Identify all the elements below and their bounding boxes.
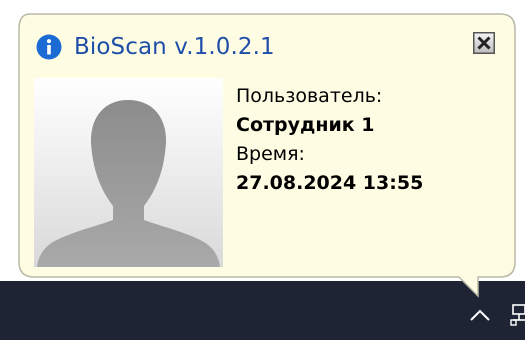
time-label: Время:: [236, 143, 305, 165]
notification-title: BioScan v.1.0.2.1: [74, 34, 275, 60]
user-info: Пользователь: Сотрудник 1 Время: 27.08.2…: [236, 82, 476, 198]
network-icon[interactable]: [508, 301, 525, 327]
time-value: 27.08.2024 13:55: [236, 172, 424, 194]
user-value: Сотрудник 1: [236, 114, 375, 136]
avatar: [34, 78, 223, 267]
info-icon: [36, 34, 62, 60]
user-label: Пользователь:: [236, 85, 383, 107]
notification-header: BioScan v.1.0.2.1: [36, 30, 275, 64]
screen: BioScan v.1.0.2.1 Пользователь: Сотрудни…: [0, 0, 525, 340]
chevron-up-icon[interactable]: [466, 302, 494, 326]
close-icon[interactable]: [473, 32, 495, 54]
